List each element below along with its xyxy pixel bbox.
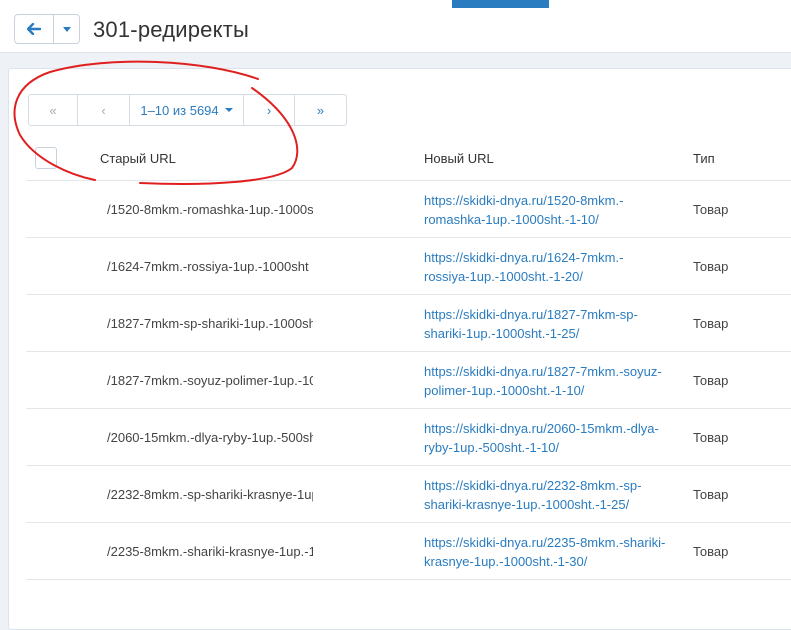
table-row[interactable]: /1827-7mkm-sp-shariki-1up.-1000sht https… — [26, 295, 791, 352]
old-url-cell: /1827-7mkm-sp-shariki-1up.-1000sht — [107, 316, 313, 331]
new-url-line: rossiya-1up.-1000sht.-1-20/ — [424, 269, 583, 284]
arrow-left-icon — [27, 23, 41, 35]
page-range-label: 1–10 из 5694 — [140, 102, 219, 118]
pagination: « ‹ 1–10 из 5694 › » — [28, 94, 347, 126]
next-page-button[interactable]: › — [244, 94, 295, 126]
new-url-line: https://skidki-dnya.ru/1827-7mkm-sp- — [424, 307, 638, 322]
type-cell: Товар — [693, 373, 729, 388]
select-all-checkbox[interactable] — [35, 147, 57, 169]
type-cell: Товар — [693, 430, 729, 445]
type-cell: Товар — [693, 259, 729, 274]
new-url-line: polimer-1up.-1000sht.-1-10/ — [424, 383, 585, 398]
type-cell: Товар — [693, 487, 729, 502]
back-dropdown-button[interactable] — [54, 14, 80, 44]
redirects-table-body: /1520-8mkm.-romashka-1up.-1000sht https:… — [26, 181, 791, 580]
first-page-button[interactable]: « — [28, 94, 78, 126]
column-header-type[interactable]: Тип — [693, 151, 715, 166]
new-url-line: https://skidki-dnya.ru/1624-7mkm.- — [424, 250, 624, 265]
old-url-cell: /1520-8mkm.-romashka-1up.-1000sht — [107, 202, 313, 217]
new-url-line: krasnye-1up.-1000sht.-1-30/ — [424, 554, 588, 569]
back-button[interactable] — [14, 14, 54, 44]
prev-page-button[interactable]: ‹ — [78, 94, 130, 126]
old-url-cell: /1827-7mkm.-soyuz-polimer-1up.-1000 — [107, 373, 313, 388]
column-header-new-url[interactable]: Новый URL — [424, 151, 494, 166]
new-url-line: https://skidki-dnya.ru/2060-15mkm.-dlya- — [424, 421, 659, 436]
table-row[interactable]: /1520-8mkm.-romashka-1up.-1000sht https:… — [26, 181, 791, 238]
new-url-line: https://skidki-dnya.ru/2235-8mkm.-sharik… — [424, 535, 666, 550]
page-range-dropdown[interactable]: 1–10 из 5694 — [130, 94, 244, 126]
new-url-line: shariki-krasnye-1up.-1000sht.-1-25/ — [424, 497, 630, 512]
new-url-link[interactable]: https://skidki-dnya.ru/1827-7mkm-sp-shar… — [424, 305, 684, 343]
new-url-link[interactable]: https://skidki-dnya.ru/2232-8mkm.-sp-sha… — [424, 476, 684, 514]
column-header-old-url[interactable]: Старый URL — [100, 151, 176, 166]
new-url-link[interactable]: https://skidki-dnya.ru/1520-8mkm.- romash… — [424, 191, 684, 229]
new-url-line: https://skidki-dnya.ru/1520-8mkm.- — [424, 193, 624, 208]
type-cell: Товар — [693, 316, 729, 331]
new-url-line: ryby-1up.-500sht.-1-10/ — [424, 440, 560, 455]
type-cell: Товар — [693, 544, 729, 559]
new-url-link[interactable]: https://skidki-dnya.ru/1624-7mkm.- rossiy… — [424, 248, 684, 286]
old-url-cell: /1624-7mkm.-rossiya-1up.-1000sht — [107, 259, 309, 274]
nav-button-group — [14, 14, 80, 44]
new-url-line: romashka-1up.-1000sht.-1-10/ — [424, 212, 599, 227]
old-url-cell: /2060-15mkm.-dlya-ryby-1up.-500sht — [107, 430, 313, 445]
type-cell: Товар — [693, 202, 729, 217]
table-row[interactable]: /1624-7mkm.-rossiya-1up.-1000sht https:/… — [26, 238, 791, 295]
old-url-cell: /2235-8mkm.-shariki-krasnye-1up.-1 — [107, 544, 313, 559]
table-row[interactable]: /2060-15mkm.-dlya-ryby-1up.-500sht https… — [26, 409, 791, 466]
new-url-line: https://skidki-dnya.ru/1827-7mkm.-soyuz- — [424, 364, 662, 379]
new-url-line: https://skidki-dnya.ru/2232-8mkm.-sp- — [424, 478, 642, 493]
old-url-cell: /2232-8mkm.-sp-shariki-krasnye-1up — [107, 487, 313, 502]
new-url-line: shariki-1up.-1000sht.-1-25/ — [424, 326, 580, 341]
last-page-button[interactable]: » — [295, 94, 347, 126]
page-title: 301-редиректы — [93, 17, 249, 42]
new-url-link[interactable]: https://skidki-dnya.ru/2060-15mkm.-dlya-… — [424, 419, 684, 457]
caret-down-icon — [224, 108, 233, 112]
new-url-link[interactable]: https://skidki-dnya.ru/2235-8mkm.-sharik… — [424, 533, 684, 571]
new-url-link[interactable]: https://skidki-dnya.ru/1827-7mkm.-soyuz-… — [424, 362, 684, 400]
table-row[interactable]: /1827-7mkm.-soyuz-polimer-1up.-1000 http… — [26, 352, 791, 409]
table-header: Старый URL Новый URL Тип — [26, 138, 791, 181]
table-row[interactable]: /2235-8mkm.-shariki-krasnye-1up.-1 https… — [26, 523, 791, 580]
top-accent-bar — [452, 0, 549, 8]
chevron-down-icon — [62, 26, 71, 32]
page-header: 301-редиректы — [0, 0, 791, 53]
table-row[interactable]: /2232-8mkm.-sp-shariki-krasnye-1up https… — [26, 466, 791, 523]
